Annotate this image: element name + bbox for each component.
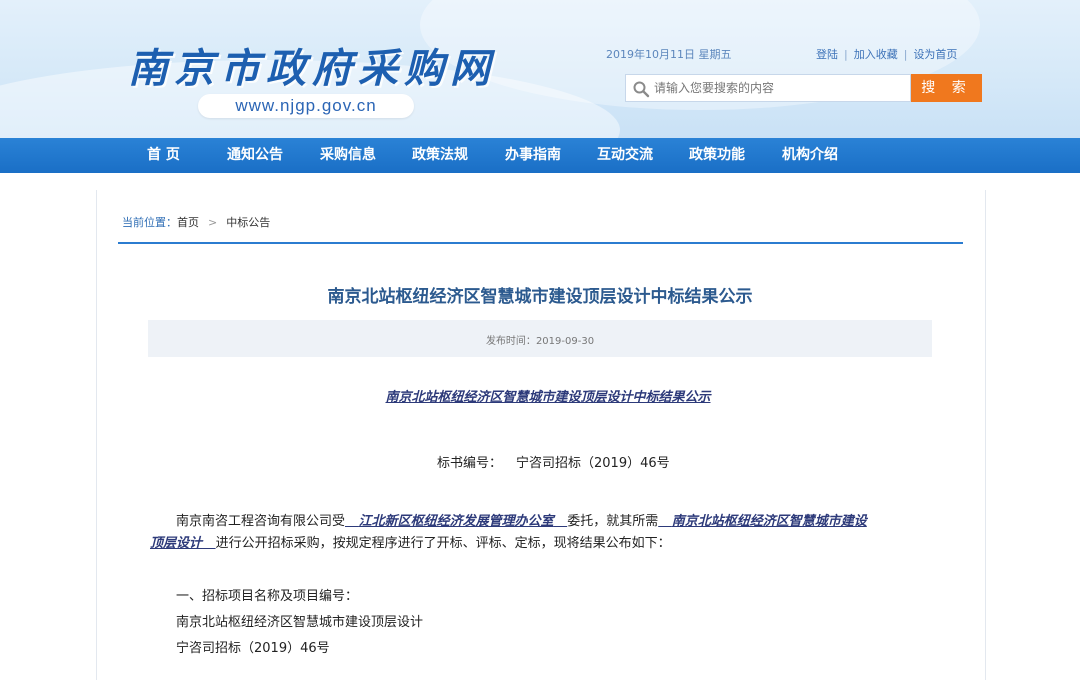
bid-number-label: 标书编号：	[437, 456, 503, 471]
project-name: 南京北站枢纽经济区智慧城市建设顶层设计	[176, 615, 424, 630]
breadcrumb-label: 当前位置：	[122, 216, 177, 229]
meta-bar: 发布时间：2019-09-30	[148, 320, 932, 357]
project-name-part-1: 南京北站枢纽经济区智慧城市建设	[671, 514, 867, 529]
search-input[interactable]	[654, 77, 904, 99]
nav-item-interaction[interactable]: 互动交流	[597, 138, 653, 173]
nav-item-about[interactable]: 机构介绍	[782, 138, 838, 173]
nav-item-policy-functions[interactable]: 政策功能	[689, 138, 745, 173]
publish-info: 发布时间：2019-09-30	[148, 332, 932, 347]
nav-item-home[interactable]: 首 页	[147, 138, 180, 173]
top-links: 登陆 | 加入收藏 | 设为首页	[816, 46, 957, 62]
nav-item-procurement-info[interactable]: 采购信息	[320, 138, 376, 173]
current-date: 2019年10月11日 星期五	[606, 48, 732, 61]
intro-text-2: 委托，就其所需	[567, 514, 659, 529]
search-button[interactable]: 搜 索	[911, 74, 982, 102]
intro-text-3: 进行公开招标采购，按规定程序进行了开标、评标、定标，现将结果公布如下：	[215, 536, 671, 551]
intro-line-1: 南京南咨工程咨询有限公司受 江北新区枢纽经济发展管理办公室 委托，就其所需 南京…	[176, 511, 976, 533]
client-name: 江北新区枢纽经济发展管理办公室	[358, 514, 554, 529]
site-logo-title[interactable]: 南京市政府采购网	[128, 36, 496, 94]
intro-text-1: 南京南咨工程咨询有限公司受	[176, 514, 346, 529]
bid-number-line: 标书编号： 宁咨司招标（2019）46号	[437, 452, 670, 471]
breadcrumb-home[interactable]: 首页	[177, 216, 199, 229]
article-title: 南京北站枢纽经济区智慧城市建设顶层设计中标结果公示	[327, 287, 753, 307]
publish-date: 2019-09-30	[535, 336, 595, 347]
nav-item-policies[interactable]: 政策法规	[412, 138, 468, 173]
add-favorite-link[interactable]: 加入收藏	[854, 48, 898, 61]
search-icon	[633, 81, 650, 98]
main-nav: 首 页 通知公告 采购信息 政策法规 办事指南 互动交流 政策功能 机构介绍	[0, 138, 1080, 173]
nav-item-guide[interactable]: 办事指南	[505, 138, 561, 173]
chevron-right-icon: >	[208, 216, 218, 229]
link-separator: |	[903, 48, 908, 61]
intro-line-2: 顶层设计 进行公开招标采购，按规定程序进行了开标、评标、定标，现将结果公布如下：	[150, 533, 950, 555]
login-link[interactable]: 登陆	[816, 48, 838, 61]
project-number: 宁咨司招标（2019）46号	[176, 641, 330, 656]
breadcrumb-divider	[118, 242, 963, 244]
link-separator: |	[844, 48, 848, 61]
document-heading: 南京北站枢纽经济区智慧城市建设顶层设计中标结果公示	[385, 390, 711, 405]
breadcrumb-current[interactable]: 中标公告	[226, 216, 270, 229]
content-panel	[96, 190, 986, 680]
breadcrumb: 当前位置：首页 > 中标公告	[122, 214, 270, 230]
bid-number-value: 宁咨司招标（2019）46号	[516, 456, 670, 471]
nav-item-notices[interactable]: 通知公告	[227, 138, 283, 173]
section-1-heading: 一、招标项目名称及项目编号：	[176, 589, 359, 604]
publish-label: 发布时间：	[485, 336, 536, 347]
search-box	[625, 74, 911, 102]
site-logo-url: www.njgp.gov.cn	[198, 94, 414, 118]
project-name-part-2: 顶层设计	[150, 536, 203, 551]
set-homepage-link[interactable]: 设为首页	[913, 48, 957, 61]
